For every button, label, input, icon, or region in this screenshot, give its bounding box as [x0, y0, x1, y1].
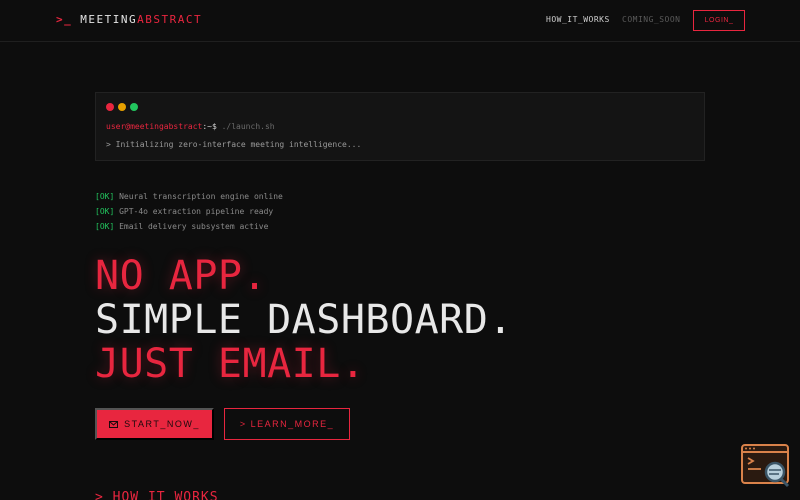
terminal-window: user@meetingabstract:~$ ./launch.sh > In…	[95, 92, 705, 161]
nav-how-it-works[interactable]: HOW_IT_WORKS	[546, 15, 610, 24]
hero-headline-line3: JUST EMAIL.	[95, 341, 366, 387]
status-ok-tag: [OK]	[95, 207, 115, 216]
status-text: Email delivery subsystem active	[114, 222, 269, 231]
login-button[interactable]: LOGIN_	[693, 10, 745, 31]
logo-text-part2: ABSTRACT	[137, 13, 203, 26]
terminal-command-line: user@meetingabstract:~$ ./launch.sh	[106, 122, 275, 131]
logo-text: MEETINGABSTRACT	[80, 13, 202, 26]
learn-more-button[interactable]: > LEARN_MORE_	[224, 408, 350, 440]
hero-headline-line2: SIMPLE DASHBOARD.	[95, 297, 513, 343]
logo-text-part1: MEETING	[80, 13, 138, 26]
hero-headline-line1: NO APP.	[95, 253, 268, 299]
status-line: [OK] Neural transcription engine online	[95, 192, 283, 201]
status-text: GPT-4o extraction pipeline ready	[114, 207, 274, 216]
terminal-path: :~$	[202, 122, 217, 131]
logo[interactable]: >_ MEETINGABSTRACT	[56, 13, 202, 26]
window-maximize-dot	[130, 103, 138, 111]
mail-icon	[109, 420, 119, 428]
terminal-output: > Initializing zero-interface meeting in…	[106, 140, 362, 149]
window-minimize-dot	[118, 103, 126, 111]
nav-coming-soon[interactable]: COMING_SOON	[622, 15, 680, 24]
status-line: [OK] Email delivery subsystem active	[95, 222, 268, 231]
window-close-dot	[106, 103, 114, 111]
top-nav: >_ MEETINGABSTRACT HOW_IT_WORKS COMING_S…	[0, 0, 800, 42]
widget-graphic	[741, 444, 790, 488]
status-line: [OK] GPT-4o extraction pipeline ready	[95, 207, 273, 216]
terminal-search-icon[interactable]	[741, 444, 791, 488]
status-ok-tag: [OK]	[95, 192, 115, 201]
terminal-user: user@meetingabstract	[106, 122, 203, 131]
status-ok-tag: [OK]	[95, 222, 115, 231]
start-now-label: START_NOW_	[124, 419, 200, 429]
how-it-works-heading: > HOW_IT_WORKS	[95, 490, 219, 500]
learn-more-label: > LEARN_MORE_	[239, 419, 335, 429]
terminal-prompt-icon: >_	[56, 13, 73, 26]
start-now-button[interactable]: START_NOW_	[95, 408, 214, 440]
terminal-command: ./launch.sh	[216, 122, 275, 131]
status-text: Neural transcription engine online	[114, 192, 283, 201]
